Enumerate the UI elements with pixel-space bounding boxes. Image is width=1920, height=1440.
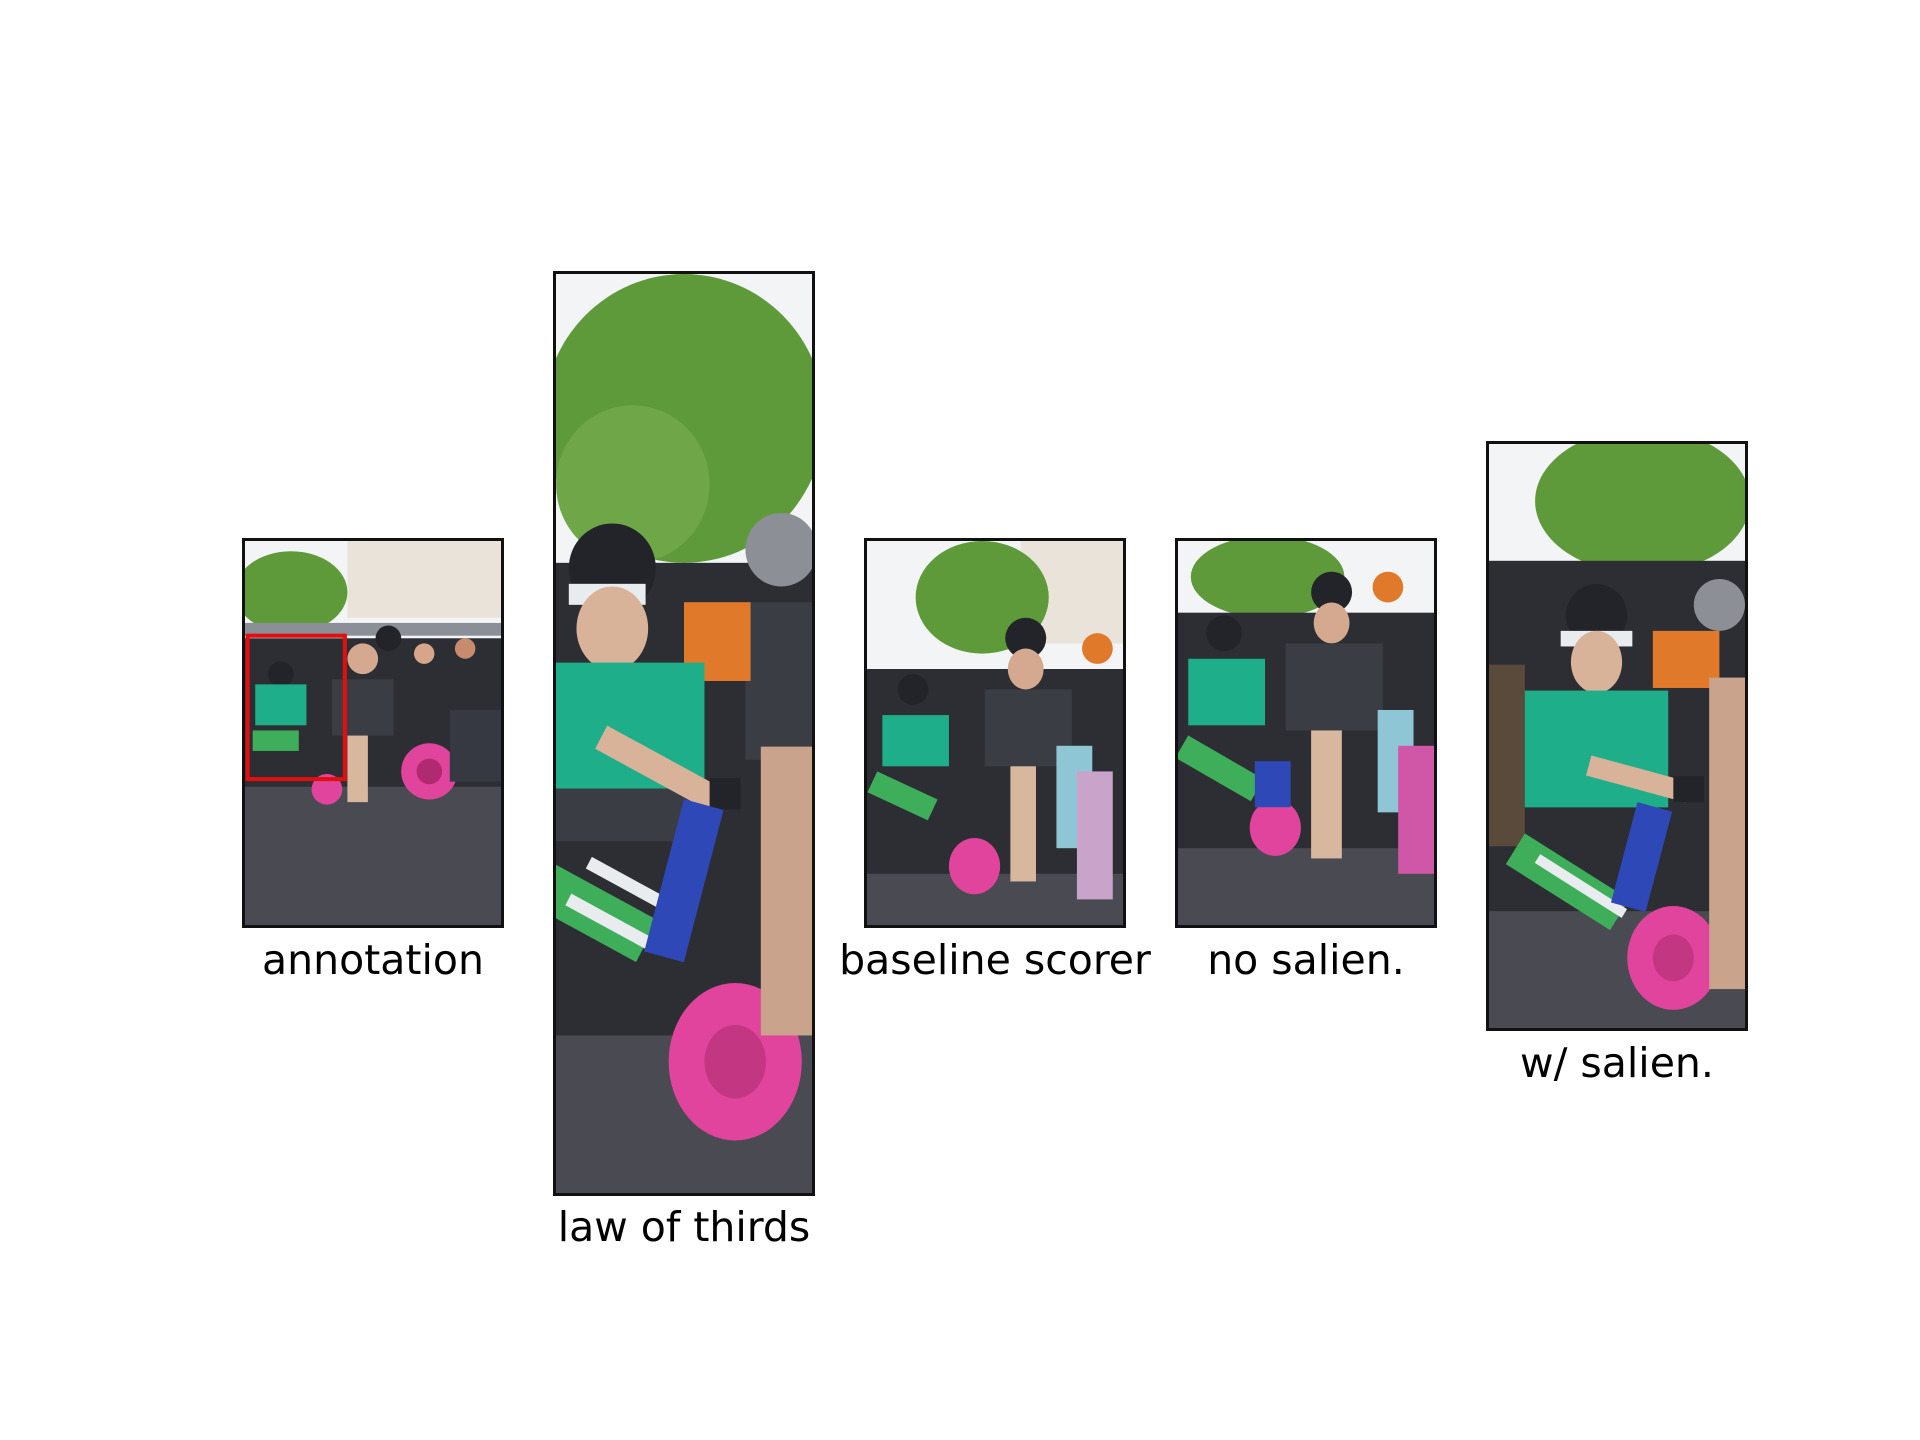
photo-w-salien: [1489, 444, 1745, 1028]
panel-annotation: [242, 538, 504, 928]
panel-w-salien: [1486, 441, 1748, 1031]
panel-no-salien: [1175, 538, 1437, 928]
panel-baseline-scorer: [864, 538, 1126, 928]
photo-no-salien: [1178, 541, 1434, 925]
photo-baseline-scorer: [867, 541, 1123, 925]
photo-annotation: [245, 541, 501, 925]
figure-canvas: annotation law of thirds baseline scorer…: [0, 0, 1920, 1440]
caption-law-of-thirds: law of thirds: [557, 1203, 811, 1251]
caption-baseline-scorer: baseline scorer: [839, 936, 1151, 984]
caption-no-salien: no salien.: [1207, 936, 1405, 984]
caption-w-salien: w/ salien.: [1520, 1039, 1714, 1087]
caption-annotation: annotation: [262, 936, 484, 984]
photo-law-of-thirds: [556, 274, 812, 1193]
panel-law-of-thirds: [553, 271, 815, 1196]
